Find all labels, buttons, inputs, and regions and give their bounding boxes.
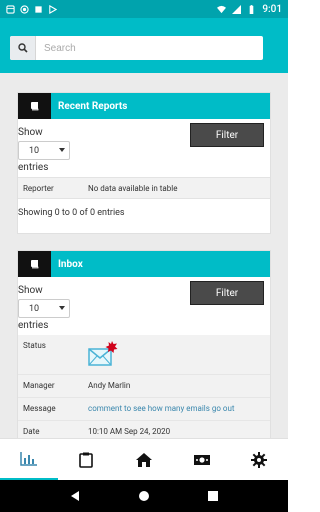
play-store-icon [49,4,57,14]
money-icon [193,454,210,465]
search-box [10,36,263,60]
recent-reports-header: Recent Reports [18,93,270,119]
nav-reports[interactable] [0,439,58,480]
entries-select[interactable]: 10 [18,299,70,318]
nav-money[interactable] [173,439,231,480]
entries-label: entries [18,320,49,331]
book-icon [30,102,38,111]
main-content[interactable]: Recent Reports Show 10 entries Filter Re… [0,73,288,438]
manager-value: Andy Marlin [88,381,131,390]
search-button[interactable] [10,36,36,60]
inbox-header: Inbox [18,251,270,277]
back-icon[interactable] [69,490,81,502]
empty-table-message: No data available in table [88,183,178,193]
wifi-icon [217,5,227,13]
reporter-column-header: Reporter [23,183,54,193]
search-icon [17,43,28,53]
system-nav-bar [0,480,288,512]
recent-reports-controls: Show 10 entries Filter [18,119,270,177]
entries-select-value: 10 [29,303,40,314]
message-label: Message [23,404,56,413]
nav-home[interactable] [115,439,173,480]
home-circle-icon[interactable] [138,490,150,502]
inbox-status-row: Status [18,335,270,375]
inbox-message-row: Message comment to see how many emails g… [18,398,270,421]
square-icon [35,5,42,13]
inbox-title: Inbox [58,258,83,270]
status-bar: 9:01 [0,0,288,18]
nav-settings[interactable] [230,439,288,480]
book-icon [30,260,38,269]
new-mail-icon [88,341,118,366]
clock: 9:01 [262,3,282,15]
header [0,18,288,73]
home-icon [135,452,152,467]
caret-down-icon [59,306,65,310]
record-icon [20,4,29,14]
date-label: Date [23,427,40,436]
table-row: Reporter No data available in table [18,177,270,199]
gear-icon [251,451,268,468]
recent-reports-title: Recent Reports [58,100,128,112]
search-input[interactable] [36,36,263,60]
message-link[interactable]: comment to see how many emails go out [88,398,235,420]
signal-icon [232,4,242,14]
inbox-card: Inbox Show 10 entries Filter Status Mana… [17,250,271,438]
entries-select[interactable]: 10 [18,141,70,160]
status-label: Status [23,341,46,350]
recents-icon[interactable] [207,490,219,502]
mail-icon [6,4,15,14]
inbox-date-row: Date 10:10 AM Sep 24, 2020 [18,421,270,438]
bottom-nav [0,438,288,480]
filter-button[interactable]: Filter [190,123,264,147]
show-label: Show [18,285,43,296]
date-value: 10:10 AM Sep 24, 2020 [88,427,171,436]
show-label: Show [18,127,43,138]
bar-chart-icon [20,451,37,466]
entries-label: entries [18,162,49,173]
inbox-manager-row: Manager Andy Marlin [18,375,270,398]
book-icon-box [18,251,51,277]
nav-clipboard[interactable] [58,439,116,480]
status-value [88,335,118,374]
manager-label: Manager [23,381,55,390]
filter-button[interactable]: Filter [190,281,264,305]
book-icon-box [18,93,51,119]
caret-down-icon [59,148,65,152]
table-info: Showing 0 to 0 of 0 entries [18,208,125,218]
clipboard-icon [79,452,94,468]
battery-icon [250,4,254,14]
entries-select-value: 10 [29,145,40,156]
inbox-controls: Show 10 entries Filter [18,277,270,335]
recent-reports-card: Recent Reports Show 10 entries Filter Re… [17,92,271,234]
